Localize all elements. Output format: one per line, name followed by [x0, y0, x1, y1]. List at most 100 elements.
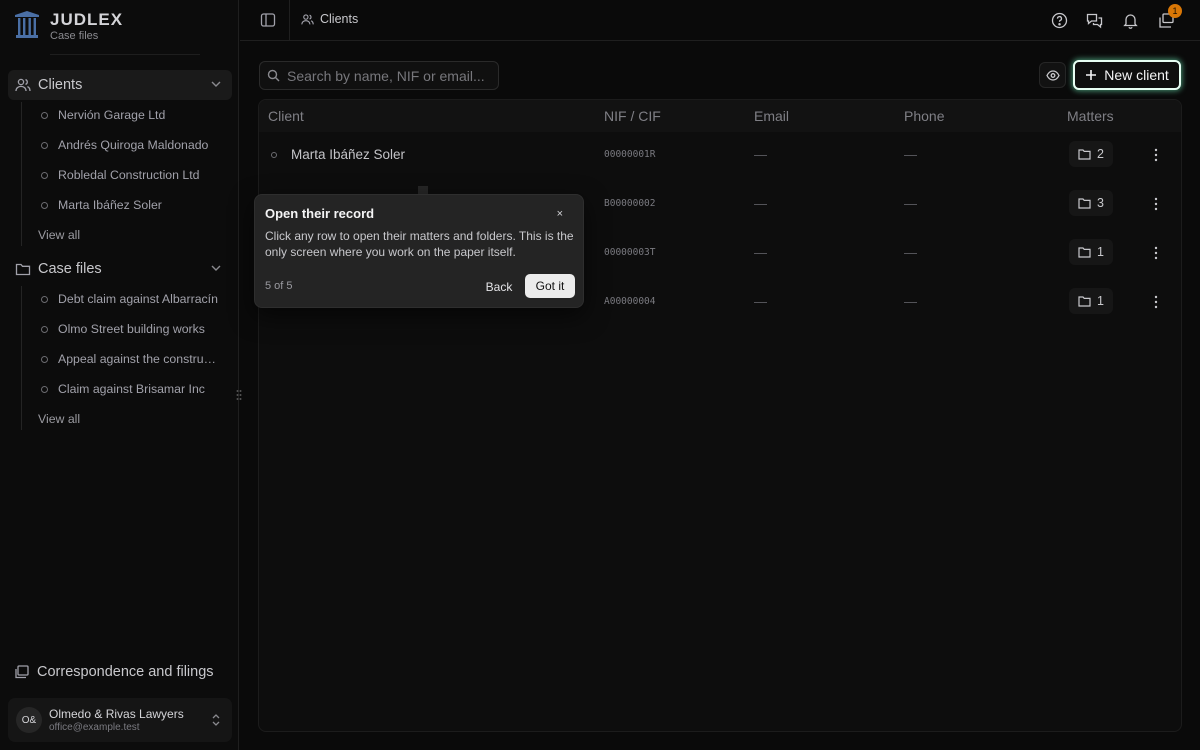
chat-icon[interactable] — [1086, 12, 1103, 29]
divider — [50, 54, 200, 55]
client-cell: Marta Ibáñez Soler — [269, 147, 405, 162]
nif-cell: B00000002 — [604, 198, 656, 209]
sidebar-section-clients[interactable]: Clients — [8, 70, 232, 100]
folder-icon — [1078, 149, 1091, 160]
circle-icon — [41, 201, 48, 209]
sidebar-item-label: Nervión Garage Ltd — [58, 108, 166, 122]
sidebar-item-correspondence[interactable]: Correspondence and filings — [14, 664, 214, 680]
folder-icon — [1078, 198, 1091, 209]
circle-icon — [41, 295, 48, 303]
sidebar-item-label: Correspondence and filings — [37, 664, 214, 680]
tour-title: Open their record — [265, 206, 375, 221]
nif-cell: 00000003T — [604, 247, 656, 258]
sidebar-item-case-file[interactable]: Debt claim against Albarracín — [38, 288, 218, 310]
search-input[interactable]: Search by name, NIF or email... — [259, 61, 499, 90]
circle-icon — [271, 151, 277, 158]
brand-name: JUDLEX — [50, 10, 124, 29]
email-cell: — — [754, 245, 767, 260]
sidebar-item-client[interactable]: Nervión Garage Ltd — [38, 104, 218, 126]
clients-view-all-link[interactable]: View all — [38, 228, 80, 242]
sidebar-item-client[interactable]: Andrés Quiroga Maldonado — [38, 134, 218, 156]
close-icon[interactable]: × — [557, 208, 563, 220]
sidebar-item-label: Olmo Street building works — [58, 322, 205, 336]
sidebar: JUDLEX Case files Clients Nervión Garage… — [0, 0, 239, 750]
column-header-nif[interactable]: NIF / CIF — [604, 108, 661, 124]
column-header-email[interactable]: Email — [754, 108, 789, 124]
search-placeholder: Search by name, NIF or email... — [287, 68, 485, 84]
notification-badge: 1 — [1168, 4, 1182, 18]
account-switcher[interactable]: O& Olmedo & Rivas Lawyers office@example… — [8, 698, 232, 742]
more-vertical-icon[interactable] — [1154, 197, 1158, 211]
circle-icon — [41, 141, 48, 149]
phone-cell: — — [904, 147, 917, 162]
brand-subtitle: Case files — [50, 30, 99, 42]
avatar: O& — [16, 707, 42, 733]
plus-icon — [1086, 70, 1097, 80]
pillar-logo-icon — [15, 11, 39, 38]
email-cell: — — [754, 147, 767, 162]
sidebar-section-label: Case files — [38, 261, 102, 277]
client-name: Marta Ibáñez Soler — [291, 147, 406, 162]
sidebar-section-case-files[interactable]: Case files — [8, 254, 232, 284]
divider — [289, 0, 290, 41]
users-icon — [15, 78, 31, 92]
sidebar-item-case-file[interactable]: Claim against Brisamar Inc — [38, 378, 218, 400]
case-files-view-all-link[interactable]: View all — [38, 412, 80, 426]
chevron-down-icon[interactable] — [210, 262, 222, 274]
matters-count: 2 — [1097, 147, 1104, 161]
tour-step-counter: 5 of 5 — [265, 280, 293, 292]
sidebar-resize-handle-icon[interactable] — [235, 388, 243, 402]
more-vertical-icon[interactable] — [1154, 295, 1158, 309]
circle-icon — [41, 171, 48, 179]
sidebar-item-case-file[interactable]: Appeal against the construction — [38, 348, 218, 370]
circle-icon — [41, 355, 48, 363]
help-icon[interactable] — [1051, 12, 1068, 29]
breadcrumb-label: Clients — [320, 12, 359, 26]
matters-button[interactable]: 1 — [1069, 288, 1113, 314]
users-icon — [301, 13, 314, 24]
stacked-documents-icon — [15, 665, 29, 679]
matters-button[interactable]: 3 — [1069, 190, 1113, 216]
sidebar-item-client[interactable]: Robledal Construction Ltd — [38, 164, 218, 186]
circle-icon — [41, 111, 48, 119]
tour-done-button[interactable]: Got it — [525, 274, 575, 298]
column-header-matters[interactable]: Matters — [1067, 108, 1114, 124]
more-vertical-icon[interactable] — [1154, 246, 1158, 260]
matters-count: 1 — [1097, 294, 1104, 308]
chevron-down-icon[interactable] — [210, 78, 222, 90]
column-header-client[interactable]: Client — [268, 108, 304, 124]
sidebar-item-case-file[interactable]: Olmo Street building works — [38, 318, 218, 340]
circle-icon — [41, 385, 48, 393]
tour-back-button[interactable]: Back — [480, 275, 518, 298]
chevrons-up-down-icon — [212, 714, 220, 726]
account-email: office@example.test — [49, 722, 140, 733]
folder-icon — [1078, 296, 1091, 307]
folder-icon — [15, 263, 31, 276]
table-header: Client NIF / CIF Email Phone Matters — [259, 100, 1181, 132]
eye-icon — [1046, 70, 1060, 81]
matters-count: 3 — [1097, 196, 1104, 210]
search-icon — [267, 69, 280, 82]
brand[interactable]: JUDLEX Case files — [14, 10, 123, 42]
more-vertical-icon[interactable] — [1154, 148, 1158, 162]
sidebar-toggle-icon[interactable] — [260, 12, 276, 28]
sidebar-item-label: Marta Ibáñez Soler — [58, 198, 162, 212]
phone-cell: — — [904, 245, 917, 260]
phone-cell: — — [904, 196, 917, 211]
phone-cell: — — [904, 294, 917, 309]
tree-line — [21, 286, 22, 430]
sidebar-item-label: Andrés Quiroga Maldonado — [58, 138, 209, 152]
sidebar-item-label: Claim against Brisamar Inc — [58, 382, 205, 396]
new-client-button[interactable]: New client — [1073, 60, 1181, 90]
tree-line — [21, 102, 22, 246]
bell-icon[interactable] — [1122, 12, 1139, 29]
visibility-toggle-button[interactable] — [1039, 62, 1066, 88]
breadcrumb[interactable]: Clients — [301, 12, 358, 26]
email-cell: — — [754, 294, 767, 309]
sidebar-item-client[interactable]: Marta Ibáñez Soler — [38, 194, 218, 216]
matters-button[interactable]: 1 — [1069, 239, 1113, 265]
new-client-label: New client — [1104, 67, 1169, 83]
column-header-phone[interactable]: Phone — [904, 108, 944, 124]
table-row[interactable]: Marta Ibáñez Soler 00000001R — — 2 — [259, 131, 1181, 180]
matters-button[interactable]: 2 — [1069, 141, 1113, 167]
